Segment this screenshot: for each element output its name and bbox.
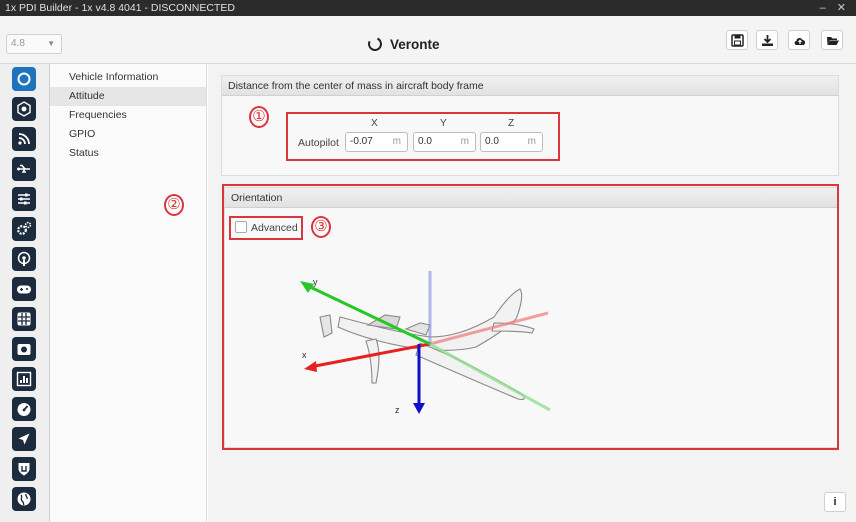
info-button[interactable]: i [824,492,846,512]
y-arrowhead [300,281,314,293]
veronte-logo-icon[interactable] [12,67,36,91]
nav-item-gpio[interactable]: GPIO [50,125,206,144]
usb-icon[interactable] [12,157,36,181]
position-x-unit: m [392,136,401,147]
position-x-field[interactable]: -0.07 m [345,132,408,152]
grid-icon[interactable] [12,307,36,331]
position-z-field[interactable]: 0.0 m [480,132,543,152]
nav-item-status[interactable]: Status [50,144,206,163]
nav-item-attitude[interactable]: Attitude [50,87,206,106]
section-nav: Vehicle Information Attitude Frequencies… [50,64,207,522]
top-toolbar: 4.8 ▼ Veronte [0,16,856,64]
position-y-field[interactable]: 0.0 m [413,132,476,152]
gauge-icon[interactable] [12,397,36,421]
axis-header-x: X [371,118,378,129]
gears-icon[interactable] [12,217,36,241]
distance-panel-title: Distance from the center of mass in airc… [222,76,838,96]
info-icon: i [833,496,837,508]
podcast-icon[interactable] [12,247,36,271]
nav-item-vehicle-information[interactable]: Vehicle Information [50,68,206,87]
veronte-ring-icon [366,35,384,53]
folder-open-icon [827,37,839,45]
window-titlebar: 1x PDI Builder - 1x v4.8 4041 - DISCONNE… [0,0,856,16]
plane-icon[interactable] [12,427,36,451]
window-title: 1x PDI Builder - 1x v4.8 4041 - DISCONNE… [5,2,235,14]
callout-1: ① [249,106,269,128]
z-arrowhead [413,403,425,414]
shield-icon[interactable] [12,457,36,481]
position-z-value: 0.0 [485,136,499,147]
save-icon [731,34,744,47]
version-select[interactable]: 4.8 ▼ [6,34,62,54]
rss-icon[interactable] [12,127,36,151]
version-value: 4.8 [11,38,25,49]
y-axis-positive [429,342,551,412]
orientation-diagram: x y z [300,271,551,415]
y-axis-label: y [313,277,318,287]
nav-item-frequencies[interactable]: Frequencies [50,106,206,125]
chart-icon[interactable] [12,367,36,391]
save-button[interactable] [726,30,748,50]
x-axis-label: x [302,350,307,360]
open-folder-button[interactable] [821,30,843,50]
left-icon-bar [0,64,50,522]
camera-icon[interactable] [12,337,36,361]
gamepad-icon[interactable] [12,277,36,301]
callout-2: ② [164,194,184,216]
globe-icon[interactable] [12,487,36,511]
axis-header-y: Y [440,118,447,129]
chevron-down-icon: ▼ [47,39,55,48]
autopilot-row-label: Autopilot [298,137,339,149]
advanced-checkbox[interactable] [235,221,247,233]
cloud-button[interactable] [788,30,810,50]
sliders-icon[interactable] [12,187,36,211]
cloud-icon [794,38,806,45]
z-axis-label: z [395,405,400,415]
window-controls[interactable]: – ✕ [820,0,850,16]
x-arrowhead [304,361,317,372]
vehicle-icon[interactable] [12,97,36,121]
app-brand: Veronte [366,33,440,55]
download-button[interactable] [756,30,778,50]
position-z-unit: m [527,136,536,147]
brand-name: Veronte [390,36,440,52]
advanced-label: Advanced [251,222,298,234]
position-y-unit: m [460,136,469,147]
callout-3: ③ [311,216,331,238]
download-icon [762,35,773,46]
position-y-value: 0.0 [418,136,432,147]
position-x-value: -0.07 [350,136,373,147]
axis-header-z: Z [508,118,515,129]
